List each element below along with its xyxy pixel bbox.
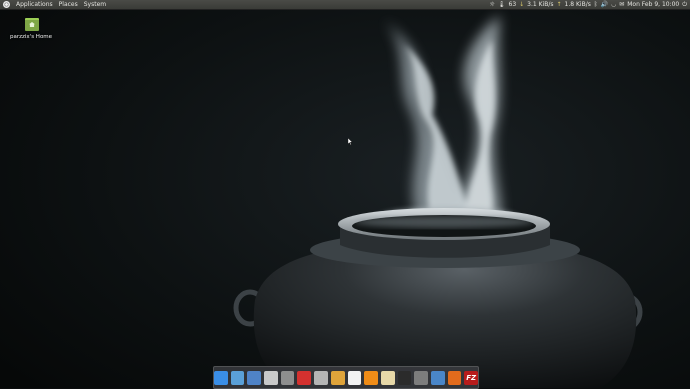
upload-arrow-icon: ↑ — [556, 1, 562, 8]
screenshot-icon[interactable] — [430, 370, 445, 385]
monitor-icon[interactable] — [330, 370, 345, 385]
storage-icon[interactable] — [314, 370, 328, 385]
download-arrow-icon: ↓ — [519, 1, 525, 8]
image-viewer-icon[interactable] — [380, 370, 395, 385]
menu-applications[interactable]: Applications — [13, 0, 56, 9]
brightness-icon[interactable]: ☼ — [489, 0, 494, 9]
mouse-pointer-icon — [348, 138, 353, 145]
power-icon[interactable]: ⏻ — [682, 0, 687, 9]
dock-item-label: FZ — [466, 373, 477, 382]
home-folder-icon — [25, 18, 39, 31]
temperature-value[interactable]: 63 — [509, 0, 517, 9]
mail-app-icon[interactable] — [247, 370, 262, 385]
xchat-icon[interactable] — [447, 370, 462, 385]
bluetooth-icon[interactable]: ᛒ — [594, 0, 598, 9]
thermometer-icon: 🌡 — [497, 1, 506, 8]
globe-icon[interactable] — [230, 370, 245, 385]
desktop-wallpaper — [0, 0, 690, 388]
volume-icon[interactable]: 🔊 — [600, 0, 607, 9]
panel-menus: Applications Places System — [0, 0, 109, 9]
menu-places[interactable]: Places — [56, 0, 81, 9]
desktop-icon-label: parzzix's Home — [10, 34, 53, 40]
desktop-icon-home[interactable]: parzzix's Home — [10, 18, 52, 40]
net-up-speed[interactable]: 1.8 KiB/s — [565, 0, 591, 9]
text-editor-icon[interactable] — [347, 370, 362, 385]
net-down-speed[interactable]: 3.1 KiB/s — [527, 0, 553, 9]
drive-icon[interactable] — [264, 370, 278, 385]
wifi-icon[interactable]: ◡ — [611, 0, 616, 9]
system-tray: ☼ 🌡 63 ↓ 3.1 KiB/s ↑ 1.8 KiB/s ᛒ 🔊 ◡ ✉ M… — [489, 0, 690, 9]
steam-icon[interactable] — [414, 370, 428, 385]
vlc-icon[interactable] — [364, 370, 378, 385]
files-icon[interactable] — [280, 370, 295, 385]
terminal-icon[interactable] — [397, 370, 412, 385]
top-panel: Applications Places System ☼ 🌡 63 ↓ 3.1 … — [0, 0, 690, 10]
menu-system[interactable]: System — [81, 0, 109, 9]
mail-icon[interactable]: ✉ — [619, 0, 624, 9]
pdf-icon[interactable] — [297, 370, 312, 385]
filezilla-icon[interactable]: FZ — [464, 370, 478, 385]
dock: FZ — [213, 366, 479, 389]
finder-icon[interactable] — [214, 370, 228, 385]
clock[interactable]: Mon Feb 9, 10:00 — [627, 0, 679, 9]
distro-logo-icon[interactable] — [3, 1, 10, 8]
